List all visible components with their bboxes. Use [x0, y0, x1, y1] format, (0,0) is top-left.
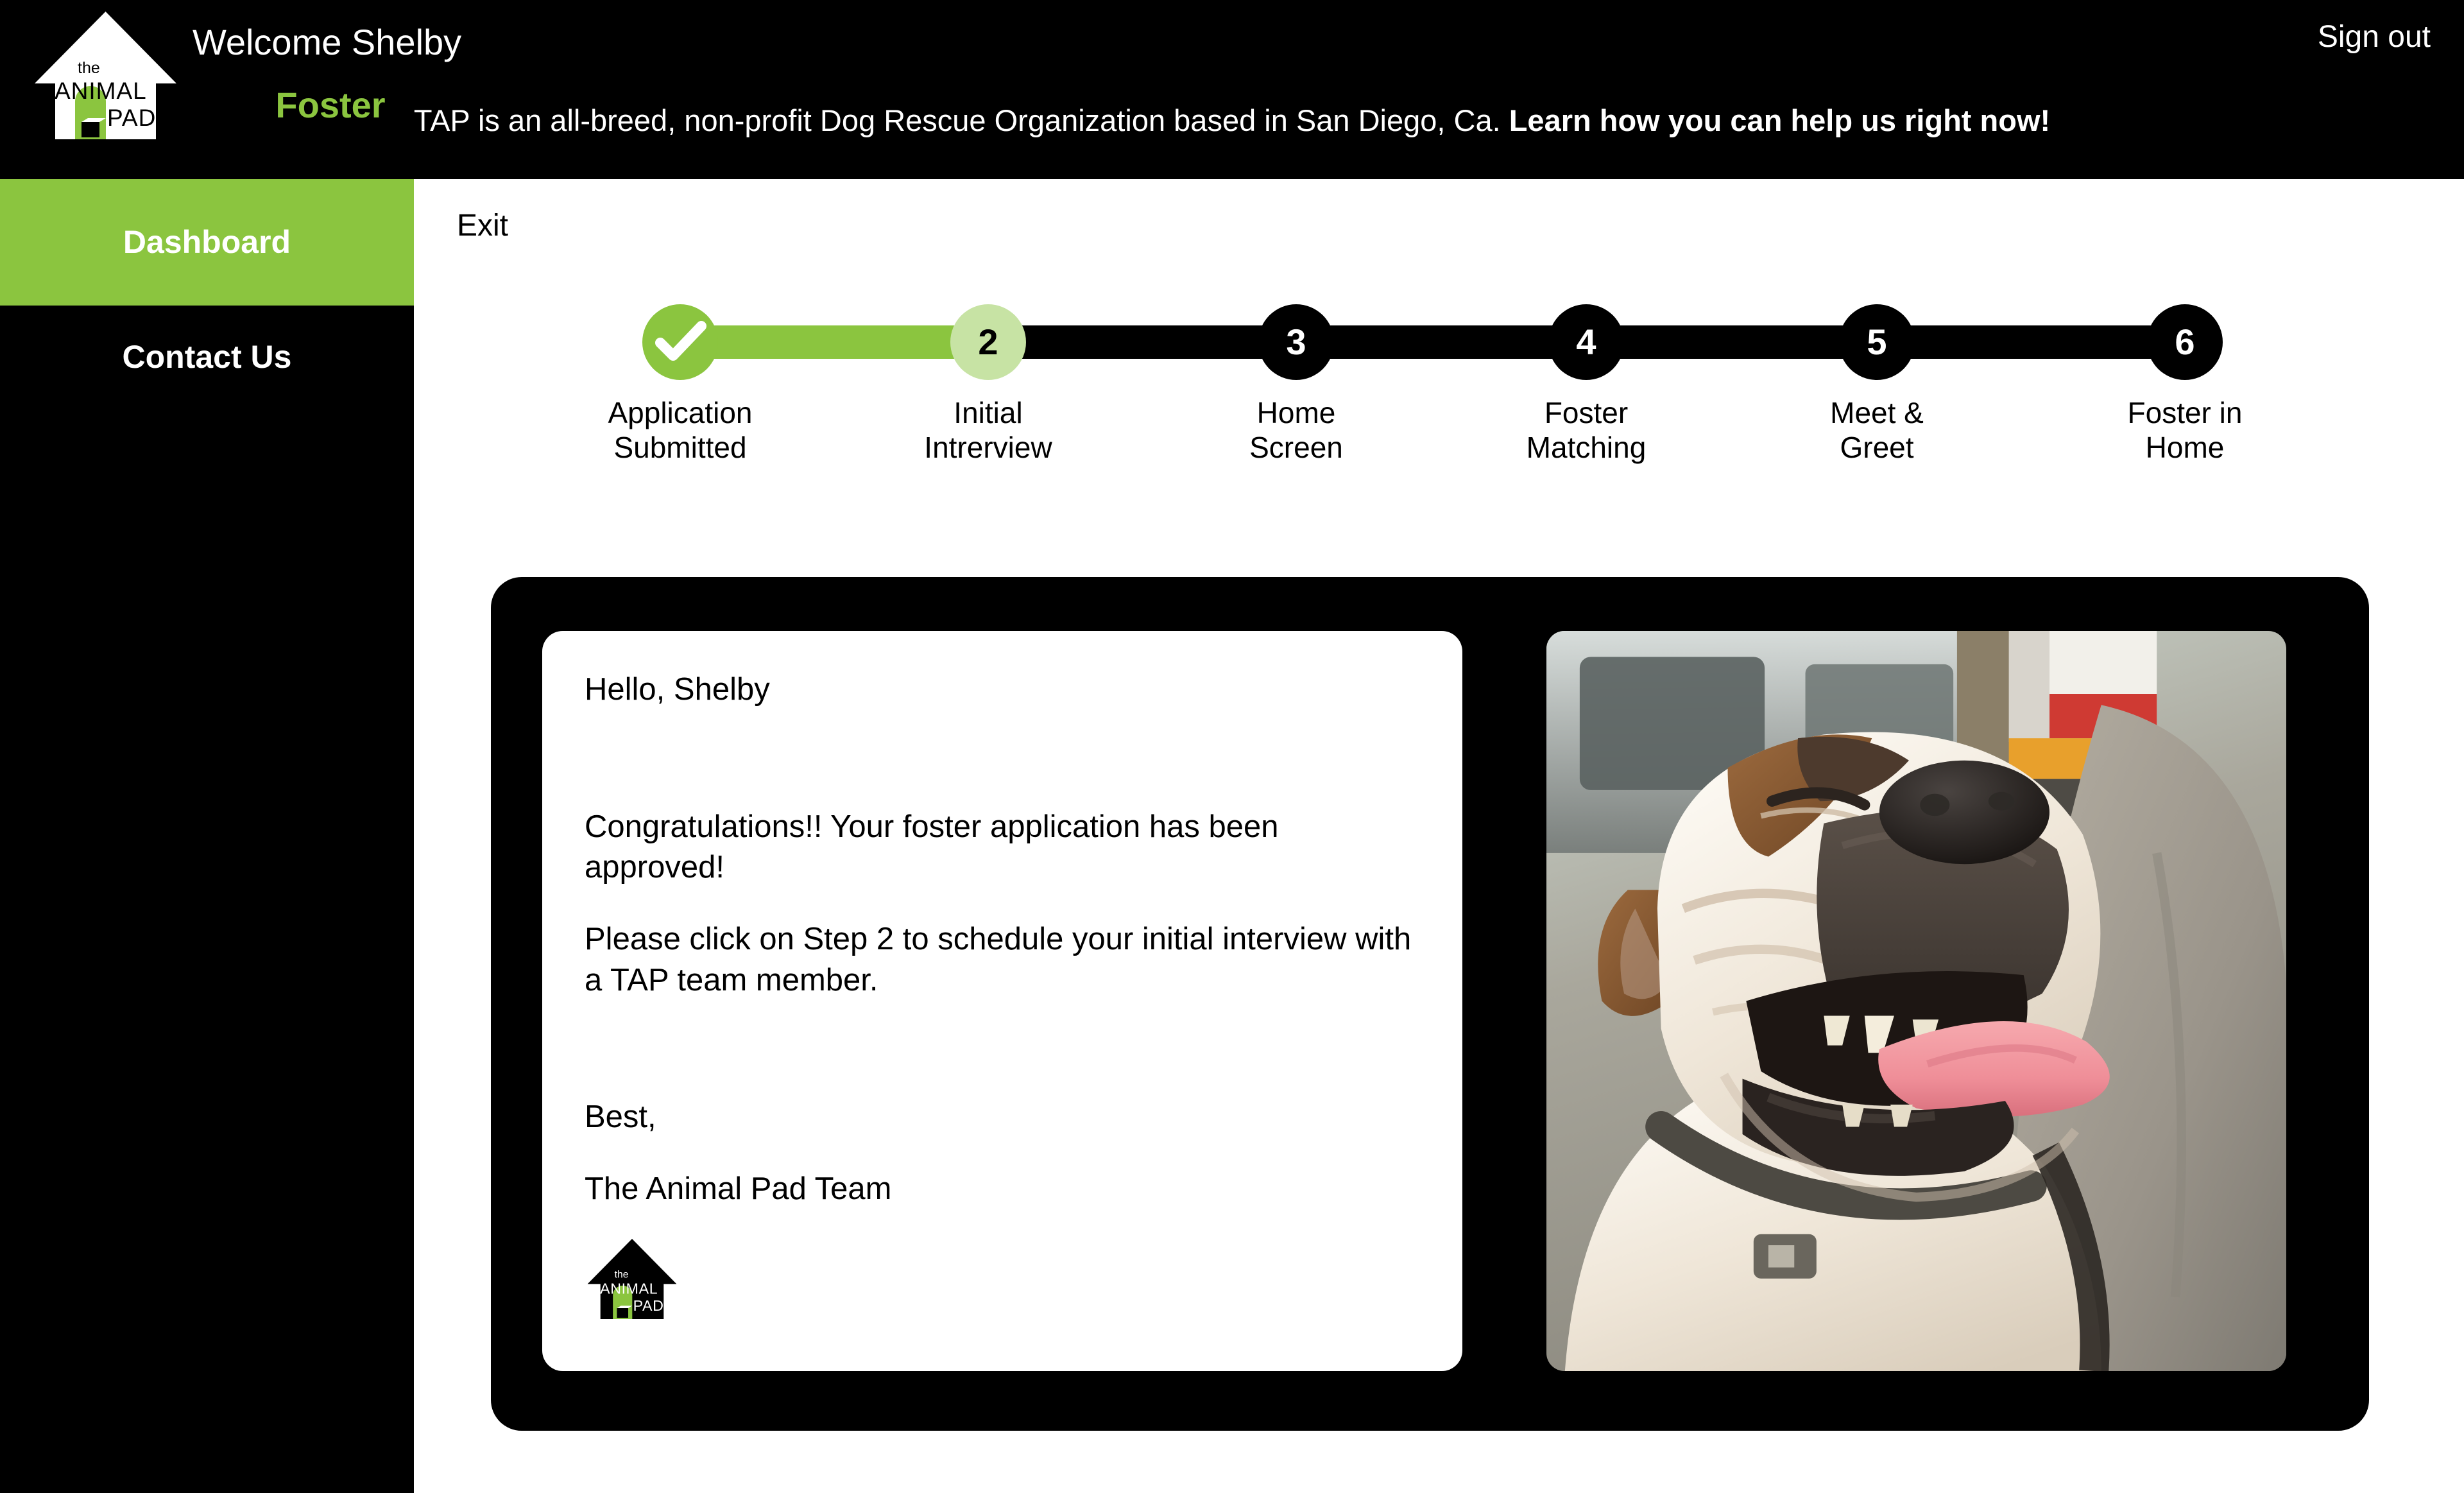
sidebar-nav: Dashboard Contact Us: [0, 179, 414, 1493]
sidebar-item-contact-us[interactable]: Contact Us: [0, 306, 414, 408]
step-2-bubble[interactable]: 2: [950, 304, 1026, 380]
sign-out-button[interactable]: Sign out: [2318, 19, 2431, 55]
step-6: 6 Foster in Home: [2111, 279, 2259, 465]
app-header: the ANIMAL PAD Welcome Shelby Foster Sig…: [0, 0, 2464, 179]
step-3: 3 Home Screen: [1222, 279, 1370, 465]
step-2-label: Initial Intrerview: [924, 396, 1052, 465]
foster-dog-photo: [1546, 631, 2286, 1371]
dashboard-panel: Hello, Shelby Congratulations!! Your fos…: [491, 577, 2369, 1431]
animal-pad-logo-icon-small: the ANIMAL PAD: [585, 1236, 680, 1322]
logo-the-text: the: [78, 59, 100, 77]
message-instruction: Please click on Step 2 to schedule your …: [585, 922, 1412, 997]
logo-animal-text: ANIMAL: [600, 1280, 658, 1297]
step-5-bubble[interactable]: 5: [1839, 304, 1915, 380]
step-1: Application Submitted: [606, 279, 754, 465]
mission-cta-link[interactable]: Learn how you can help us right now!: [1509, 103, 2050, 137]
mission-banner: TAP is an all-breed, non-profit Dog Resc…: [0, 103, 2464, 138]
check-icon: [655, 321, 706, 361]
step-6-bubble[interactable]: 6: [2147, 304, 2223, 380]
message-greeting: Hello, Shelby: [585, 672, 770, 707]
step-6-label: Foster in Home: [2127, 396, 2243, 465]
step-3-bubble[interactable]: 3: [1258, 304, 1334, 380]
exit-link[interactable]: Exit: [457, 208, 508, 243]
progress-stepper: Application Submitted 2 Initial Intrervi…: [414, 279, 2464, 490]
mission-text: TAP is an all-breed, non-profit Dog Resc…: [413, 103, 1509, 137]
step-1-bubble[interactable]: [642, 304, 718, 380]
logo-the-text: the: [615, 1269, 629, 1280]
step-2: 2 Initial Intrerview: [914, 279, 1062, 465]
message-congratulations: Congratulations!! Your foster applicatio…: [585, 809, 1279, 885]
step-4: 4 Foster Matching: [1512, 279, 1660, 465]
welcome-greeting: Welcome Shelby: [193, 22, 462, 62]
message-signoff: Best,: [585, 1100, 656, 1135]
step-5: 5 Meet & Greet: [1803, 279, 1951, 465]
step-4-bubble[interactable]: 4: [1548, 304, 1624, 380]
step-1-label: Application Submitted: [608, 396, 753, 465]
message-team-name: The Animal Pad Team: [585, 1171, 892, 1207]
main-content: Exit Application Submitted 2 Initial Int…: [414, 179, 2464, 1493]
dog-nose: [1879, 760, 2050, 865]
step-5-label: Meet & Greet: [1830, 396, 1924, 465]
sidebar-item-dashboard[interactable]: Dashboard: [0, 179, 414, 306]
step-3-label: Home Screen: [1249, 396, 1343, 465]
logo-animal-text: ANIMAL: [55, 78, 147, 104]
message-card: Hello, Shelby Congratulations!! Your fos…: [542, 631, 1462, 1371]
step-4-label: Foster Matching: [1526, 396, 1647, 465]
logo-pad-text: PAD: [633, 1297, 664, 1314]
